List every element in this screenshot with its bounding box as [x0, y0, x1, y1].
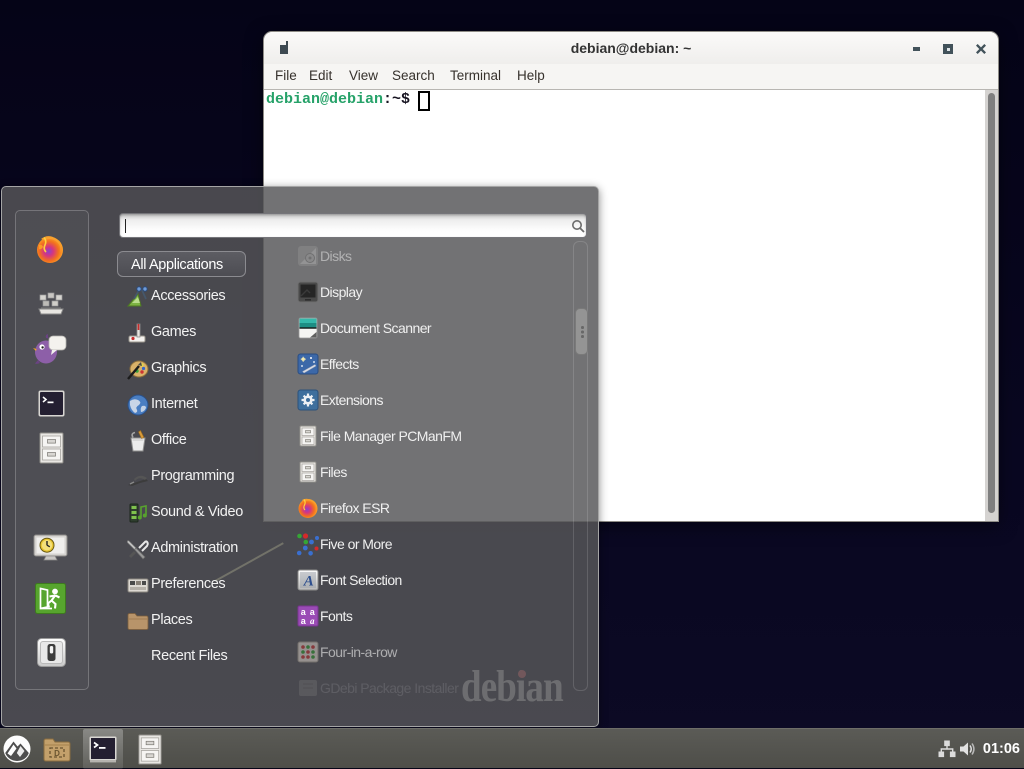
svg-text:A: A	[303, 574, 314, 590]
svg-text:D: D	[54, 749, 60, 758]
